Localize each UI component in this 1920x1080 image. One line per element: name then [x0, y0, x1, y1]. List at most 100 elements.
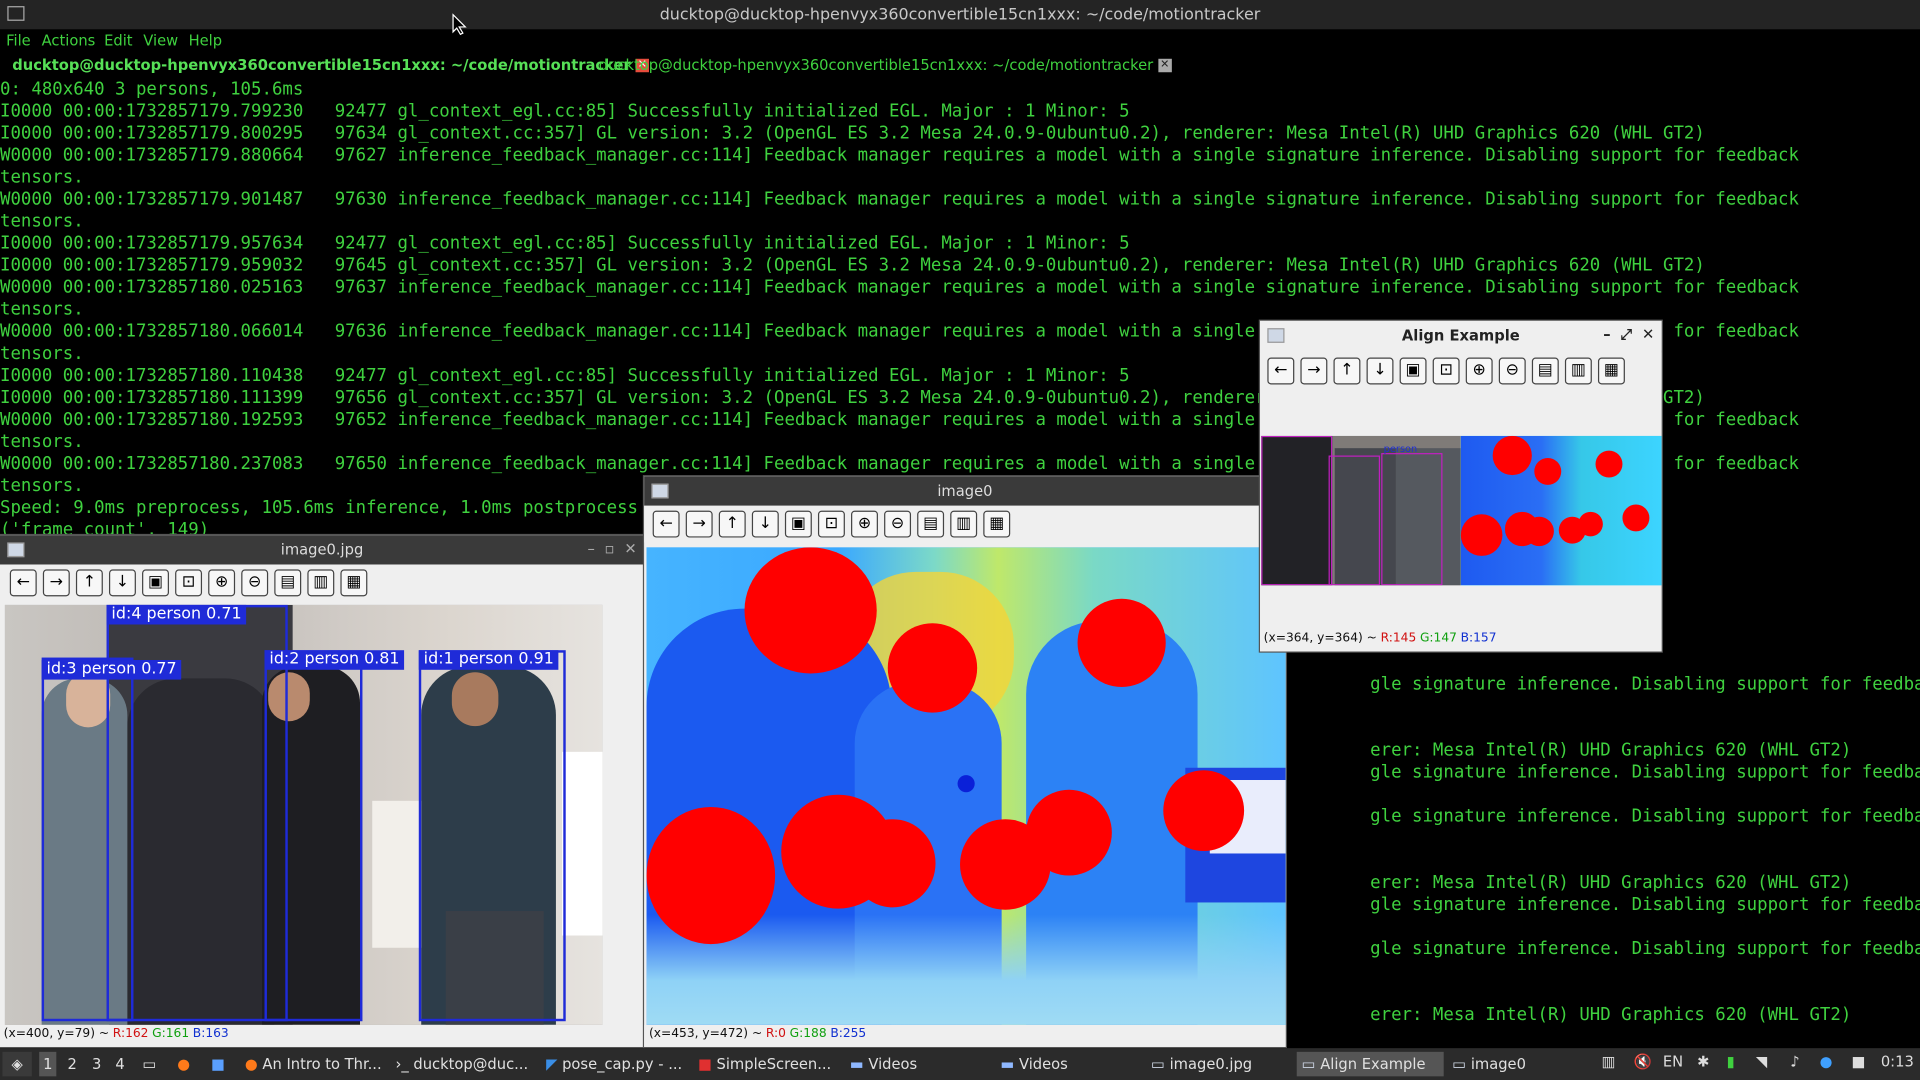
zoom-original-icon[interactable]: ⊡	[1432, 357, 1460, 385]
zoom-in-icon[interactable]: ⊕	[851, 510, 878, 538]
zoom-original-icon[interactable]: ⊡	[175, 569, 203, 597]
image0jpg-title-bar[interactable]: image0.jpg – ▫ ✕	[0, 535, 645, 565]
wifi-icon[interactable]: ◥	[1756, 1053, 1767, 1070]
task-align-example[interactable]: ▭ Align Example	[1296, 1051, 1444, 1077]
battery-icon[interactable]: ▮	[1727, 1053, 1735, 1070]
notifications-icon[interactable]: ♪	[1790, 1053, 1799, 1070]
zoom-out-icon[interactable]: ⊖	[1498, 357, 1526, 385]
depth-marker	[646, 806, 776, 945]
arrow-up-icon[interactable]: ↑	[718, 510, 746, 538]
menu-help[interactable]: Help	[189, 32, 223, 49]
task-label: ducktop@duc...	[413, 1055, 529, 1073]
firefox-icon[interactable]: ●	[173, 1052, 195, 1076]
properties-icon[interactable]: ▦	[340, 569, 368, 597]
zoom-in-icon[interactable]: ⊕	[208, 569, 236, 597]
image0jpg-window[interactable]: image0.jpg – ▫ ✕ ← → ↑ ↓ ▣ ⊡ ⊕ ⊖ ▤ ▥ ▦ id:…	[0, 535, 645, 1047]
align-color-image[interactable]: person	[1261, 435, 1461, 586]
task-label: pose_cap.py - ...	[562, 1055, 683, 1073]
zoom-out-icon[interactable]: ⊖	[241, 569, 269, 597]
task-image0jpg[interactable]: ▭ image0.jpg	[1146, 1052, 1293, 1076]
clock[interactable]: 0:13	[1881, 1053, 1914, 1070]
save-icon[interactable]: ▤	[274, 569, 302, 597]
image0-title-bar[interactable]: image0	[644, 476, 1286, 506]
task-vscode[interactable]: ◤ pose_cap.py - ...	[541, 1052, 690, 1076]
arrow-left-icon[interactable]: ←	[9, 569, 37, 597]
task-videos-1[interactable]: ▬ Videos	[845, 1052, 992, 1076]
properties-icon[interactable]: ▦	[1597, 357, 1625, 385]
arrow-right-icon[interactable]: →	[1300, 357, 1328, 385]
zoom-fit-icon[interactable]: ▣	[1399, 357, 1427, 385]
close-icon[interactable]: ✕	[1642, 326, 1654, 343]
depth-marker	[1595, 450, 1623, 478]
pixel-g: G:188	[789, 1027, 827, 1041]
file-manager-icon[interactable]: ▭	[138, 1052, 160, 1076]
terminal-tab-2[interactable]: ducktop@ducktop-hpenvyx360convertible15c…	[599, 56, 1172, 73]
zoom-out-icon[interactable]: ⊖	[884, 510, 912, 538]
workspace-2[interactable]: 2	[64, 1052, 81, 1076]
arrow-left-icon[interactable]: ←	[1267, 357, 1295, 385]
task-browser[interactable]: ● An Intro to Thr...	[240, 1052, 389, 1076]
depth-image[interactable]	[646, 547, 1286, 1025]
copy-icon[interactable]: ▥	[1564, 357, 1592, 385]
zoom-in-icon[interactable]: ⊕	[1465, 357, 1493, 385]
task-videos-2[interactable]: ▬ Videos	[996, 1052, 1143, 1076]
task-label: image0.jpg	[1169, 1055, 1253, 1073]
terminal-icon: ›_	[395, 1055, 414, 1073]
zoom-fit-icon[interactable]: ▣	[142, 569, 169, 597]
image0jpg-status-bar: (x=400, y=79) ~ R:162 G:161 B:163	[0, 1024, 645, 1047]
close-icon[interactable]: ✕	[1158, 58, 1172, 73]
save-icon[interactable]: ▤	[1531, 357, 1559, 385]
terminal-window-title: ducktop@ducktop-hpenvyx360convertible15c…	[659, 6, 1261, 25]
arrow-right-icon[interactable]: →	[42, 569, 70, 597]
arrow-left-icon[interactable]: ←	[652, 510, 680, 538]
folder-icon: ▬	[849, 1055, 869, 1073]
camera-icon[interactable]: ■	[1851, 1053, 1865, 1070]
menu-edit[interactable]: Edit	[104, 32, 132, 49]
maximize-icon[interactable]: ▫	[605, 540, 615, 557]
arrow-down-icon[interactable]: ↓	[1366, 357, 1394, 385]
start-menu-icon[interactable]: ◈	[2, 1051, 32, 1077]
arrow-right-icon[interactable]: →	[685, 510, 713, 538]
align-example-title-bar[interactable]: Align Example – ⤢ ✕	[1260, 320, 1662, 351]
thumb-label: person	[1383, 443, 1418, 455]
pixel-g: G:147	[1419, 631, 1457, 646]
clipboard-icon[interactable]: ▥	[1602, 1053, 1616, 1070]
align-example-window[interactable]: Align Example – ⤢ ✕ ← → ↑ ↓ ▣ ⊡ ⊕ ⊖ ▤ ▥ ▦ …	[1260, 320, 1662, 652]
pixel-b: B:157	[1460, 631, 1497, 646]
zoom-original-icon[interactable]: ⊡	[817, 510, 845, 538]
close-icon[interactable]: ✕	[624, 540, 636, 557]
align-depth-image[interactable]	[1460, 435, 1662, 586]
zoom-fit-icon[interactable]: ▣	[784, 510, 812, 538]
keyboard-layout[interactable]: EN	[1663, 1053, 1683, 1070]
arrow-down-icon[interactable]: ↓	[751, 510, 779, 538]
workspace-3[interactable]: 3	[88, 1052, 105, 1076]
mute-icon[interactable]: 🔇	[1633, 1053, 1651, 1070]
task-image0[interactable]: ▭ image0	[1447, 1052, 1594, 1076]
copy-icon[interactable]: ▥	[307, 569, 335, 597]
detection-box	[264, 650, 363, 1022]
desktop-icon[interactable]: ■	[207, 1052, 229, 1076]
task-simplescreenrecorder[interactable]: ■ SimpleScreen...	[693, 1052, 840, 1076]
minimize-icon[interactable]: –	[1603, 326, 1610, 343]
arrow-up-icon[interactable]: ↑	[75, 569, 103, 597]
depth-marker	[1163, 770, 1245, 852]
workspace-1[interactable]: 1	[39, 1051, 57, 1077]
workspace-4[interactable]: 4	[111, 1052, 128, 1076]
terminal-tab-1[interactable]: ducktop@ducktop-hpenvyx360convertible15c…	[12, 56, 650, 73]
save-icon[interactable]: ▤	[917, 510, 945, 538]
menu-view[interactable]: View	[143, 32, 178, 49]
arrow-up-icon[interactable]: ↑	[1333, 357, 1361, 385]
arrow-down-icon[interactable]: ↓	[108, 569, 136, 597]
image0-window[interactable]: image0 ← → ↑ ↓ ▣ ⊡ ⊕ ⊖ ▤ ▥ ▦ (x=453, y=4…	[644, 476, 1286, 1047]
minimize-icon[interactable]: –	[588, 540, 595, 557]
align-example-toolbar: ← → ↑ ↓ ▣ ⊡ ⊕ ⊖ ▤ ▥ ▦	[1260, 352, 1662, 390]
properties-icon[interactable]: ▦	[983, 510, 1011, 538]
task-terminal[interactable]: ›_ ducktop@duc...	[391, 1052, 538, 1076]
menu-file[interactable]: File	[6, 32, 31, 49]
update-icon[interactable]: ●	[1820, 1053, 1833, 1070]
bluetooth-icon[interactable]: ✱	[1697, 1053, 1709, 1070]
menu-actions[interactable]: Actions	[42, 32, 96, 49]
maximize-icon[interactable]: ⤢	[1620, 326, 1632, 343]
copy-icon[interactable]: ▥	[950, 510, 978, 538]
recorder-icon: ■	[697, 1055, 717, 1073]
